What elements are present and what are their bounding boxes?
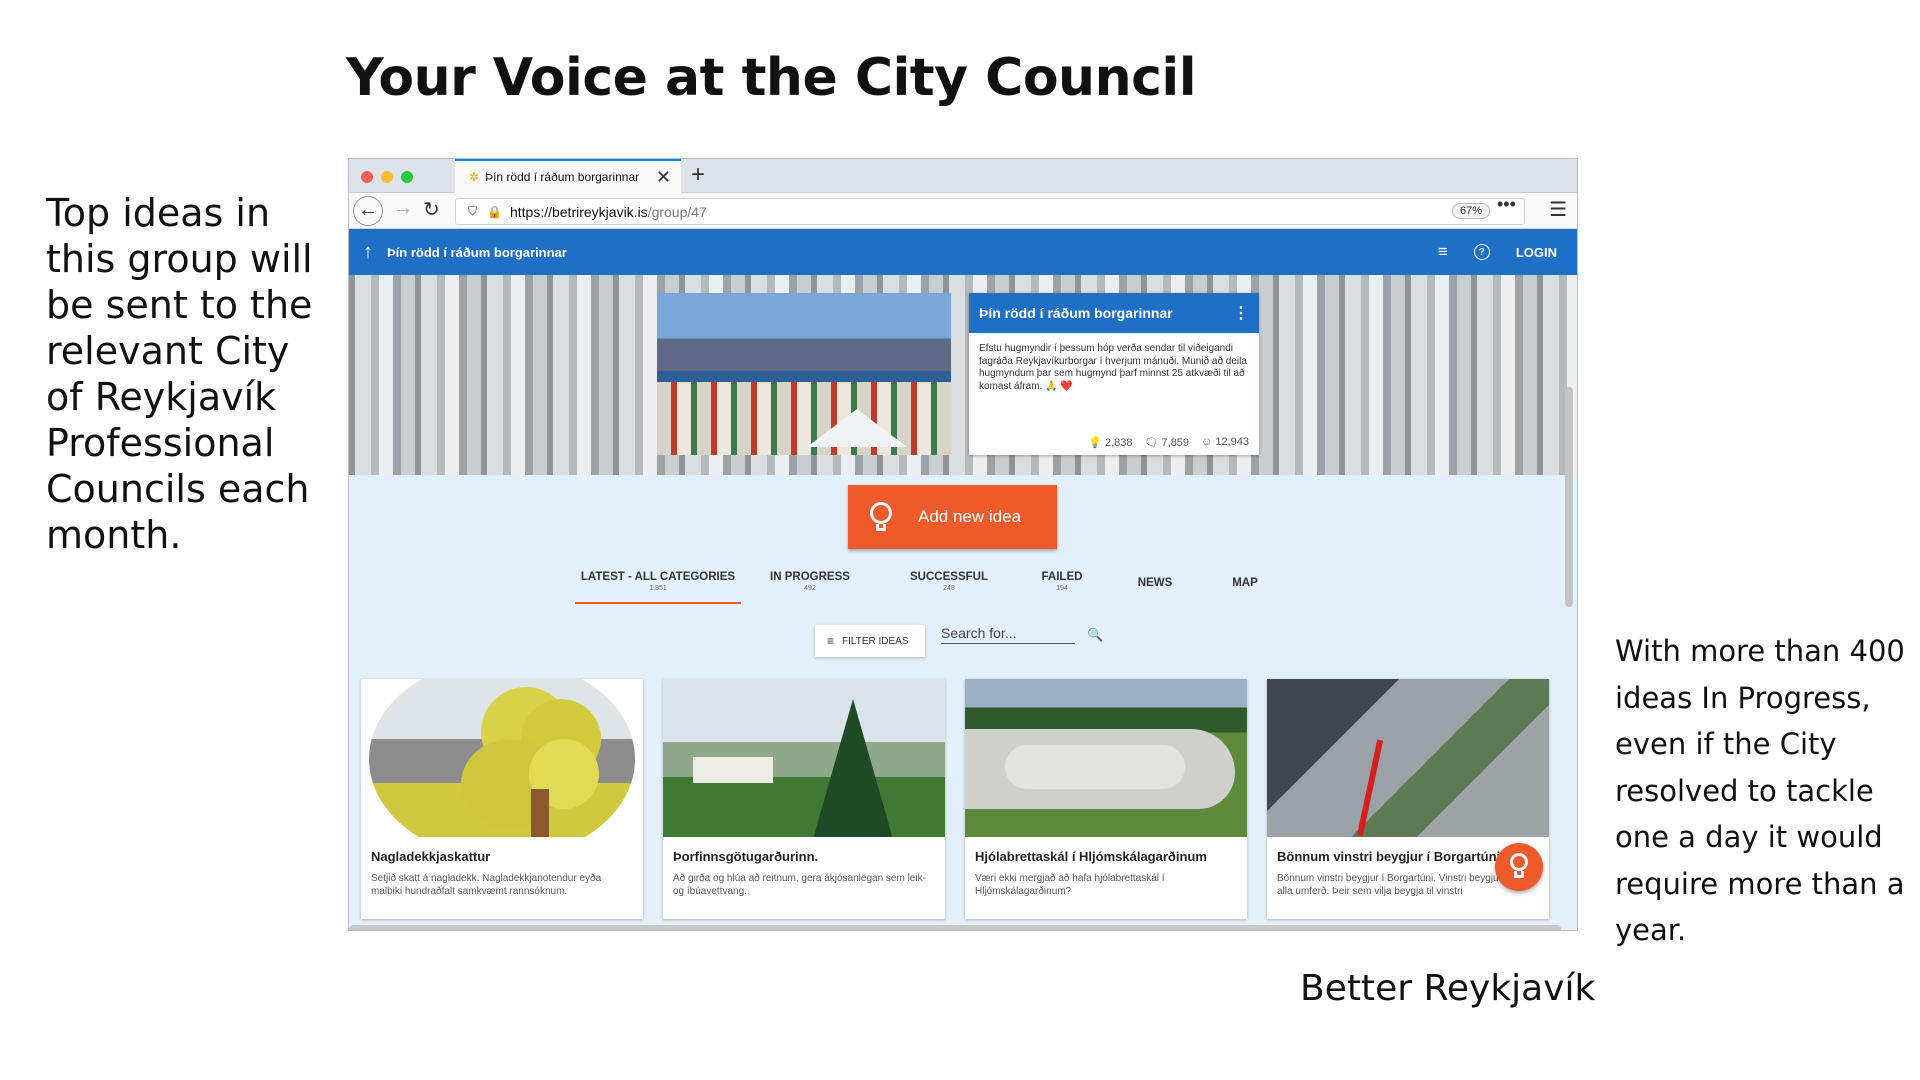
app-header: ↑ Þín rödd í ráðum borgarinnar ≡ ? LOGIN (349, 229, 1577, 275)
shield-icon[interactable]: ⛉ (468, 204, 477, 219)
idea-card[interactable]: Nagladekkjaskattur Setjið skatt á naglad… (361, 679, 643, 919)
browser-navbar: ← → ↻ ⛉ 🔒 https://betrireykjavik.is/grou… (349, 193, 1577, 229)
idea-description: Að girða og hlúa að reitnum, gera ákjósa… (673, 873, 926, 897)
close-window-icon[interactable] (361, 171, 373, 183)
idea-image (663, 679, 945, 837)
group-info-card: Þín rödd í ráðum borgarinnar ⋮ Efstu hug… (969, 293, 1259, 455)
favicon-icon: ✲ (469, 170, 480, 184)
forward-icon[interactable]: → (393, 197, 413, 220)
browser-menu-icon[interactable]: ☰ (1549, 197, 1567, 222)
left-note: Top ideas in this group will be sent to … (46, 191, 313, 557)
login-button[interactable]: LOGIN (1516, 245, 1557, 260)
tab-map[interactable]: MAP (1205, 567, 1285, 604)
zoom-indicator[interactable]: 67% (1451, 203, 1490, 219)
caption: Better Reykjavík (1300, 968, 1596, 1009)
arrow-up-icon[interactable]: ↑ (363, 241, 373, 264)
idea-image (1267, 679, 1549, 837)
idea-filter-tabs: LATEST - ALL CATEGORIES 1,851 IN PROGRES… (575, 567, 1285, 604)
idea-image (361, 679, 643, 837)
url-bar[interactable]: ⛉ 🔒 https://betrireykjavik.is/group/47 6… (455, 198, 1525, 225)
comments-count: 7,859 (1161, 437, 1190, 449)
minimize-window-icon[interactable] (381, 171, 393, 183)
vertical-scrollbar[interactable] (1565, 387, 1573, 607)
tab-news[interactable]: NEWS (1105, 567, 1205, 604)
new-tab-button[interactable]: + (691, 161, 705, 189)
tab-in-progress[interactable]: IN PROGRESS 492 (741, 567, 879, 604)
idea-card[interactable]: Þorfinnsgötugarðurinn. Að girða og hlúa … (663, 679, 945, 919)
idea-title: Nagladekkjaskattur (371, 849, 491, 864)
floating-add-idea-button[interactable] (1495, 843, 1543, 891)
group-description: Efstu hugmyndir í þessum hóp verða senda… (979, 343, 1247, 392)
users-count: 12,943 (1215, 436, 1249, 448)
maximize-window-icon[interactable] (401, 171, 413, 183)
slide-title: Your Voice at the City Council (346, 48, 1197, 108)
back-icon[interactable]: ← (353, 196, 383, 226)
idea-title: Þorfinnsgötugarðurinn. (673, 849, 819, 864)
add-new-idea-button[interactable]: Add new idea (848, 485, 1057, 549)
tab-latest[interactable]: LATEST - ALL CATEGORIES 1,851 (575, 567, 741, 604)
close-tab-icon[interactable]: ✕ (656, 167, 671, 188)
group-card-header: Þín rödd í ráðum borgarinnar ⋮ (969, 293, 1259, 333)
browser-tab[interactable]: ✲ Þín rödd í ráðum borgarinnar ✕ (455, 159, 681, 193)
lightbulb-icon (870, 502, 892, 532)
list-menu-icon[interactable]: ≡ (1438, 242, 1448, 262)
group-stats: 💡 2,838 🗨 7,859 ☺ 12,943 (1088, 436, 1249, 449)
page-actions-icon[interactable]: ••• (1497, 194, 1516, 215)
horizontal-scrollbar[interactable] (349, 925, 1561, 930)
browser-tabbar: ✲ Þín rödd í ráðum borgarinnar ✕ + (349, 159, 1577, 193)
idea-card[interactable]: Hjólabrettaskál í Hljómskálagarðinum Vær… (965, 679, 1247, 919)
search-input[interactable]: Search for... (941, 625, 1075, 644)
sort-icon: ≡ (827, 634, 835, 648)
right-note: With more than 400 ideas In Progress, ev… (1615, 634, 1905, 947)
idea-image (965, 679, 1247, 837)
lock-icon[interactable]: 🔒 (487, 205, 502, 219)
idea-title: Hjólabrettaskál í Hljómskálagarðinum (975, 849, 1207, 864)
tab-failed[interactable]: FAILED 194 (1019, 567, 1105, 604)
search-icon[interactable]: 🔍 (1087, 627, 1103, 643)
lightbulb-icon: 💡 (1088, 437, 1102, 449)
ideas-count: 2,838 (1104, 437, 1133, 449)
group-name: Þín rödd í ráðum borgarinnar (387, 244, 567, 260)
hero-banner: Þín rödd í ráðum borgarinnar ⋮ Efstu hug… (349, 275, 1577, 475)
idea-cards: Nagladekkjaskattur Setjið skatt á naglad… (361, 679, 1549, 919)
lightbulb-icon (1510, 853, 1528, 871)
add-idea-label: Add new idea (918, 507, 1022, 526)
idea-description: Væri ekki mergjað að hafa hjólabrettaská… (975, 873, 1165, 897)
idea-description: Setjið skatt á nagladekk. Nagladekkjanot… (371, 873, 602, 897)
url-host: https://betrireykjavik.is (509, 203, 648, 220)
users-icon: ☺ (1201, 436, 1213, 448)
url-path: /group/47 (647, 203, 707, 220)
reload-icon[interactable]: ↻ (423, 197, 440, 222)
main-content: Add new idea LATEST - ALL CATEGORIES 1,8… (349, 475, 1577, 930)
filter-ideas-button[interactable]: ≡ FILTER IDEAS (815, 625, 925, 657)
group-photo (657, 293, 951, 455)
comment-icon: 🗨 (1144, 437, 1159, 449)
browser-tab-title: Þín rödd í ráðum borgarinnar (485, 170, 640, 184)
tab-successful[interactable]: SUCCESSFUL 248 (879, 567, 1019, 604)
group-card-title: Þín rödd í ráðum borgarinnar (979, 305, 1173, 321)
browser-window: ✲ Þín rödd í ráðum borgarinnar ✕ + ← → ↻… (348, 158, 1578, 931)
more-vert-icon[interactable]: ⋮ (1233, 303, 1249, 323)
help-icon[interactable]: ? (1473, 244, 1490, 260)
